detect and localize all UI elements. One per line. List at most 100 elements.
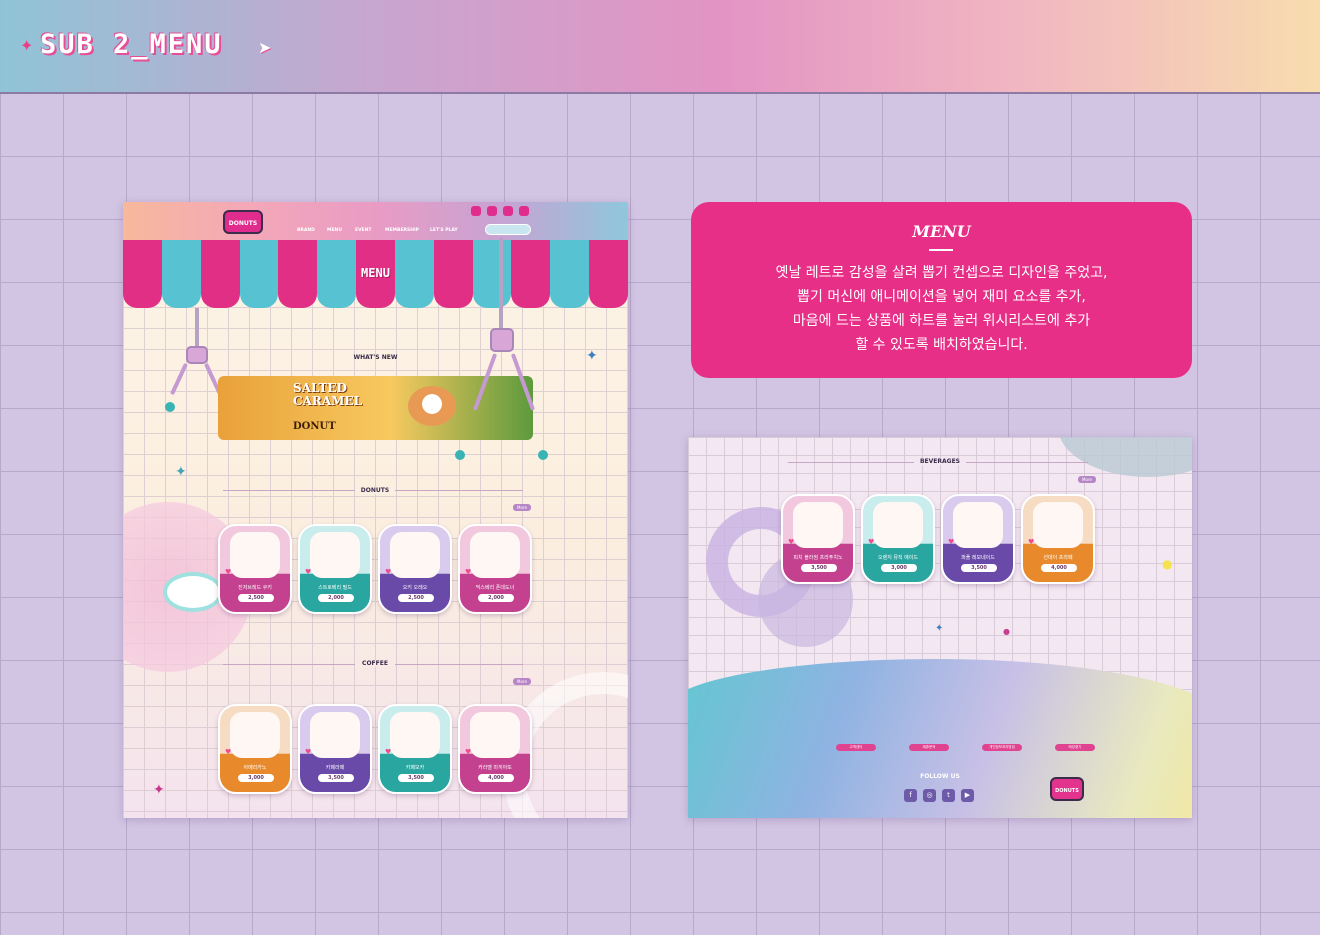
product-image	[390, 532, 440, 578]
description-line: 옛날 레트로 감성을 살려 뽑기 컨셉으로 디자인을 주었고,	[775, 265, 1108, 281]
nav-item-lets-play[interactable]: LET'S PLAY	[430, 228, 458, 233]
donuts-more-button[interactable]: More	[513, 504, 531, 511]
footer-links: 고객센터 제휴문의 개인정보처리방침 매장찾기	[836, 744, 1095, 751]
wishlist-heart-icon[interactable]: ♥	[225, 748, 231, 756]
product-price: 3,500	[801, 564, 837, 572]
nav-item-brand[interactable]: BRAND	[297, 228, 315, 233]
product-name: 오키 오레오	[402, 585, 428, 591]
wishlist-heart-icon[interactable]: ♥	[305, 568, 311, 576]
product-image	[793, 502, 843, 548]
product-card[interactable]: ♥ 카라멜 마끼아또 4,000	[458, 704, 532, 794]
product-card[interactable]: ♥ 피치 블라썸 프라푸치노 3,500	[781, 494, 855, 584]
claw-tip	[455, 450, 465, 460]
wishlist-heart-icon[interactable]: ♥	[225, 568, 231, 576]
product-image	[1033, 502, 1083, 548]
product-price: 3,500	[318, 774, 354, 782]
product-name: 아메리카노	[243, 765, 267, 771]
claw-tip	[165, 402, 175, 412]
coffee-list: ♥ 아메리카노 3,000 ♥ 카페라떼 3,500 ♥ 카페모카 3,500 …	[218, 704, 532, 794]
twitter-icon[interactable]: t	[942, 789, 955, 802]
coffee-label: COFFEE	[355, 660, 395, 667]
product-image	[873, 502, 923, 548]
footer-link-partnership[interactable]: 제휴문의	[909, 744, 949, 751]
description-box: MENU 옛날 레트로 감성을 살려 뽑기 컨셉으로 디자인을 주었고, 뽑기 …	[691, 202, 1192, 378]
sparkle-icon: ✦	[175, 464, 187, 480]
join-icon[interactable]	[487, 206, 497, 216]
top-navigation: DONUTS BRAND MENU EVENT MEMBERSHIP LET'S…	[123, 202, 628, 240]
footer-link-privacy[interactable]: 개인정보처리방침	[982, 744, 1022, 751]
wishlist-heart-icon[interactable]: ♥	[385, 568, 391, 576]
footer-link-store-finder[interactable]: 매장찾기	[1055, 744, 1095, 751]
menu-page-mockup: DONUTS BRAND MENU EVENT MEMBERSHIP LET'S…	[123, 202, 628, 818]
footer-logo: DONUTS	[1050, 777, 1084, 801]
product-price: 2,000	[318, 594, 354, 602]
wishlist-heart-icon[interactable]: ♥	[305, 748, 311, 756]
product-name: 카라멜 마끼아또	[478, 765, 512, 771]
product-image	[230, 712, 280, 758]
product-image	[390, 712, 440, 758]
wishlist-heart-icon[interactable]: ♥	[1028, 538, 1034, 546]
wishlist-heart-icon[interactable]: ♥	[465, 568, 471, 576]
coffee-more-button[interactable]: More	[513, 678, 531, 685]
product-name: 카페모카	[405, 765, 425, 771]
instagram-icon[interactable]: ◎	[923, 789, 936, 802]
product-price: 2,000	[478, 594, 514, 602]
product-card[interactable]: ♥ 카페라떼 3,500	[298, 704, 372, 794]
wishlist-heart-icon[interactable]: ♥	[385, 748, 391, 756]
footer-link-customer-center[interactable]: 고객센터	[836, 744, 876, 751]
description-text: 옛날 레트로 감성을 살려 뽑기 컨셉으로 디자인을 주었고, 뽑기 머신에 애…	[691, 261, 1192, 357]
wishlist-heart-icon[interactable]: ♥	[948, 538, 954, 546]
header-band: ✦ SUB 2_MENU ➤	[0, 0, 1320, 94]
product-card[interactable]: ♥ 퍼플 레모네이드 3,500	[941, 494, 1015, 584]
description-line: 할 수 있도록 배치하였습니다.	[855, 337, 1028, 353]
product-card[interactable]: ♥ 아메리카노 3,000	[218, 704, 292, 794]
nav-item-event[interactable]: EVENT	[355, 228, 371, 233]
sparkle-dot: ●	[1162, 557, 1173, 571]
product-card[interactable]: ♥ 스트로베리 필드 2,000	[298, 524, 372, 614]
nav-item-menu[interactable]: MENU	[327, 228, 342, 233]
claw-machine-right-icon	[490, 328, 514, 352]
sparkle-icon: ✦	[935, 623, 944, 634]
product-price: 4,000	[1041, 564, 1077, 572]
mypage-icon[interactable]	[519, 206, 529, 216]
product-name: 선데이 프라페	[1043, 555, 1073, 561]
product-card[interactable]: ♥ 오키 오레오 2,500	[378, 524, 452, 614]
claw-cable-right	[499, 238, 503, 330]
nav-item-membership[interactable]: MEMBERSHIP	[385, 228, 419, 233]
product-price: 3,500	[961, 564, 997, 572]
wishlist-heart-icon[interactable]: ♥	[788, 538, 794, 546]
product-price: 3,000	[238, 774, 274, 782]
description-line: 마음에 드는 상품에 하트를 눌러 위시리스트에 추가	[792, 313, 1091, 329]
sparkle-dot: ●	[1003, 627, 1010, 636]
login-icon[interactable]	[471, 206, 481, 216]
product-name: 스트로베리 필드	[318, 585, 352, 591]
description-heading: MENU	[912, 222, 971, 241]
heading-underline	[929, 249, 953, 251]
cart-icon[interactable]	[503, 206, 513, 216]
beverages-page-mockup: BEVERAGES More ♥ 피치 블라썸 프라푸치노 3,500 ♥ 오렌…	[688, 437, 1192, 818]
product-card[interactable]: ♥ 카페모카 3,500	[378, 704, 452, 794]
product-card[interactable]: ♥ 선데이 프라페 4,000	[1021, 494, 1095, 584]
beverages-more-button[interactable]: More	[1078, 476, 1096, 483]
banner-title: SALTED CARAMEL	[293, 381, 363, 408]
search-input[interactable]	[485, 224, 531, 235]
claw-cable-left	[195, 308, 199, 348]
product-card[interactable]: ♥ 믹스베리 폰데도너 2,000	[458, 524, 532, 614]
donuts-label: DONUTS	[355, 487, 395, 494]
beverages-label: BEVERAGES	[914, 458, 966, 465]
site-logo[interactable]: DONUTS	[223, 210, 263, 234]
wishlist-heart-icon[interactable]: ♥	[868, 538, 874, 546]
product-name: 피치 블라썸 프라푸치노	[793, 555, 843, 561]
banner-subtitle: DONUT	[293, 421, 336, 432]
product-image	[470, 712, 520, 758]
product-image	[953, 502, 1003, 548]
product-card[interactable]: ♥ 진저브레드 쿠키 2,500	[218, 524, 292, 614]
youtube-icon[interactable]: ▶	[961, 789, 974, 802]
product-image	[310, 532, 360, 578]
product-price: 2,500	[238, 594, 274, 602]
facebook-icon[interactable]: f	[904, 789, 917, 802]
sparkle-icon: ✦	[20, 36, 34, 55]
product-card[interactable]: ♥ 오렌지 뮤직 에이드 3,000	[861, 494, 935, 584]
page-title: SUB 2_MENU	[40, 29, 223, 60]
wishlist-heart-icon[interactable]: ♥	[465, 748, 471, 756]
